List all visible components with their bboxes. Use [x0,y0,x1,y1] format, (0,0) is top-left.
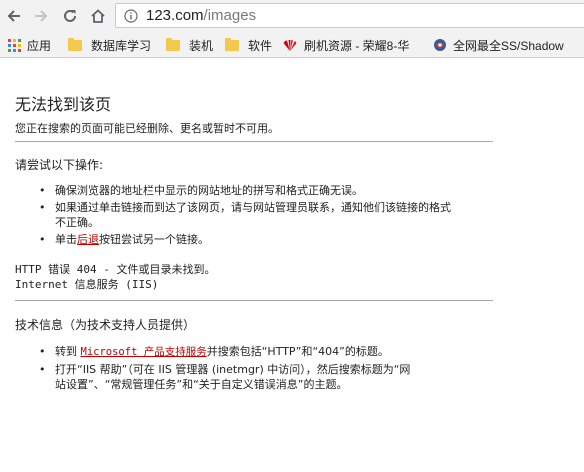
reload-button[interactable] [58,4,82,28]
list-item: 单击后退按钮尝试另一个链接。 [39,232,499,247]
ms-support-link[interactable]: Microsoft 产品支持服务 [81,346,207,358]
bookmark-label: 软件 [248,38,273,53]
page-description: 您正在搜索的页面可能已经删除、更名或暂时不可用。 [15,122,279,135]
url-host: 123.com [146,7,204,24]
url-path: /images [203,7,257,24]
huawei-logo-icon [283,39,297,51]
folder-icon [225,37,239,51]
http-error-text: HTTP 错误 404 - 文件或目录未找到。 [15,263,216,276]
divider [15,141,493,142]
site-favicon-icon [434,39,446,51]
page-title: 无法找到该页 [15,95,112,114]
list-item: 转到 Microsoft 产品支持服务并搜索包括“HTTP”和“404”的标题。 [39,344,499,360]
bookmark-ss[interactable]: 全网最全SS/Shadow [433,36,564,54]
forward-button[interactable] [29,4,53,28]
reload-icon [64,9,76,22]
bookmark-apps[interactable]: 应用 [8,36,51,54]
bookmark-folder-db[interactable]: 数据库学习 [68,36,151,54]
tech-info-heading: 技术信息（为技术支持人员提供） [15,318,196,332]
url-text[interactable]: 123.com/images [146,7,256,24]
folder-icon [166,37,180,51]
forward-arrow-icon [35,10,48,22]
bookmark-huawei[interactable]: 刷机资源 - 荣耀8-华 [282,36,409,54]
info-icon[interactable] [124,8,138,23]
list-item: 确保浏览器的地址栏中显示的网站地址的拼写和格式正确无误。 [39,183,499,198]
try-heading: 请尝试以下操作: [15,158,104,172]
divider [15,300,493,301]
tech-list: 转到 Microsoft 产品支持服务并搜索包括“HTTP”和“404”的标题。… [39,344,499,394]
bookmark-label: 全网最全SS/Shadow [453,38,564,53]
bookmark-folder-software[interactable]: 软件 [225,36,272,54]
folder-icon [68,37,82,51]
home-button[interactable] [86,4,110,28]
bookmarks-bar: 应用 数据库学习 装机 软件 刷机资源 - 荣耀8-华 全网最全SS/Shado… [0,33,584,57]
apps-grid-icon [8,38,21,52]
list-item: 打开“IIS 帮助”（可在 IIS 管理器 (inetmgr) 中访问），然后搜… [39,362,499,392]
back-button[interactable] [2,4,26,28]
try-list: 确保浏览器的地址栏中显示的网站地址的拼写和格式正确无误。 如果通过单击链接而到达… [39,183,499,249]
bookmark-label: 数据库学习 [91,38,152,53]
bookmark-label: 应用 [27,38,52,53]
bookmark-folder-install[interactable]: 装机 [166,36,213,54]
iis-text: Internet 信息服务 (IIS) [15,278,159,291]
bookmark-label: 装机 [189,38,214,53]
back-link[interactable]: 后退 [77,233,99,246]
list-item: 如果通过单击链接而到达了该网页，请与网站管理员联系，通知他们该链接的格式不正确。 [39,200,499,230]
back-arrow-icon [7,10,20,22]
browser-chrome: 123.com/images 应用 数据库学习 装机 软件 刷机资源 - 荣耀8… [0,0,584,58]
address-bar[interactable]: 123.com/images [115,3,584,28]
browser-toolbar: 123.com/images [0,0,584,32]
home-icon [91,9,105,23]
bookmark-label: 刷机资源 - 荣耀8-华 [304,38,410,53]
